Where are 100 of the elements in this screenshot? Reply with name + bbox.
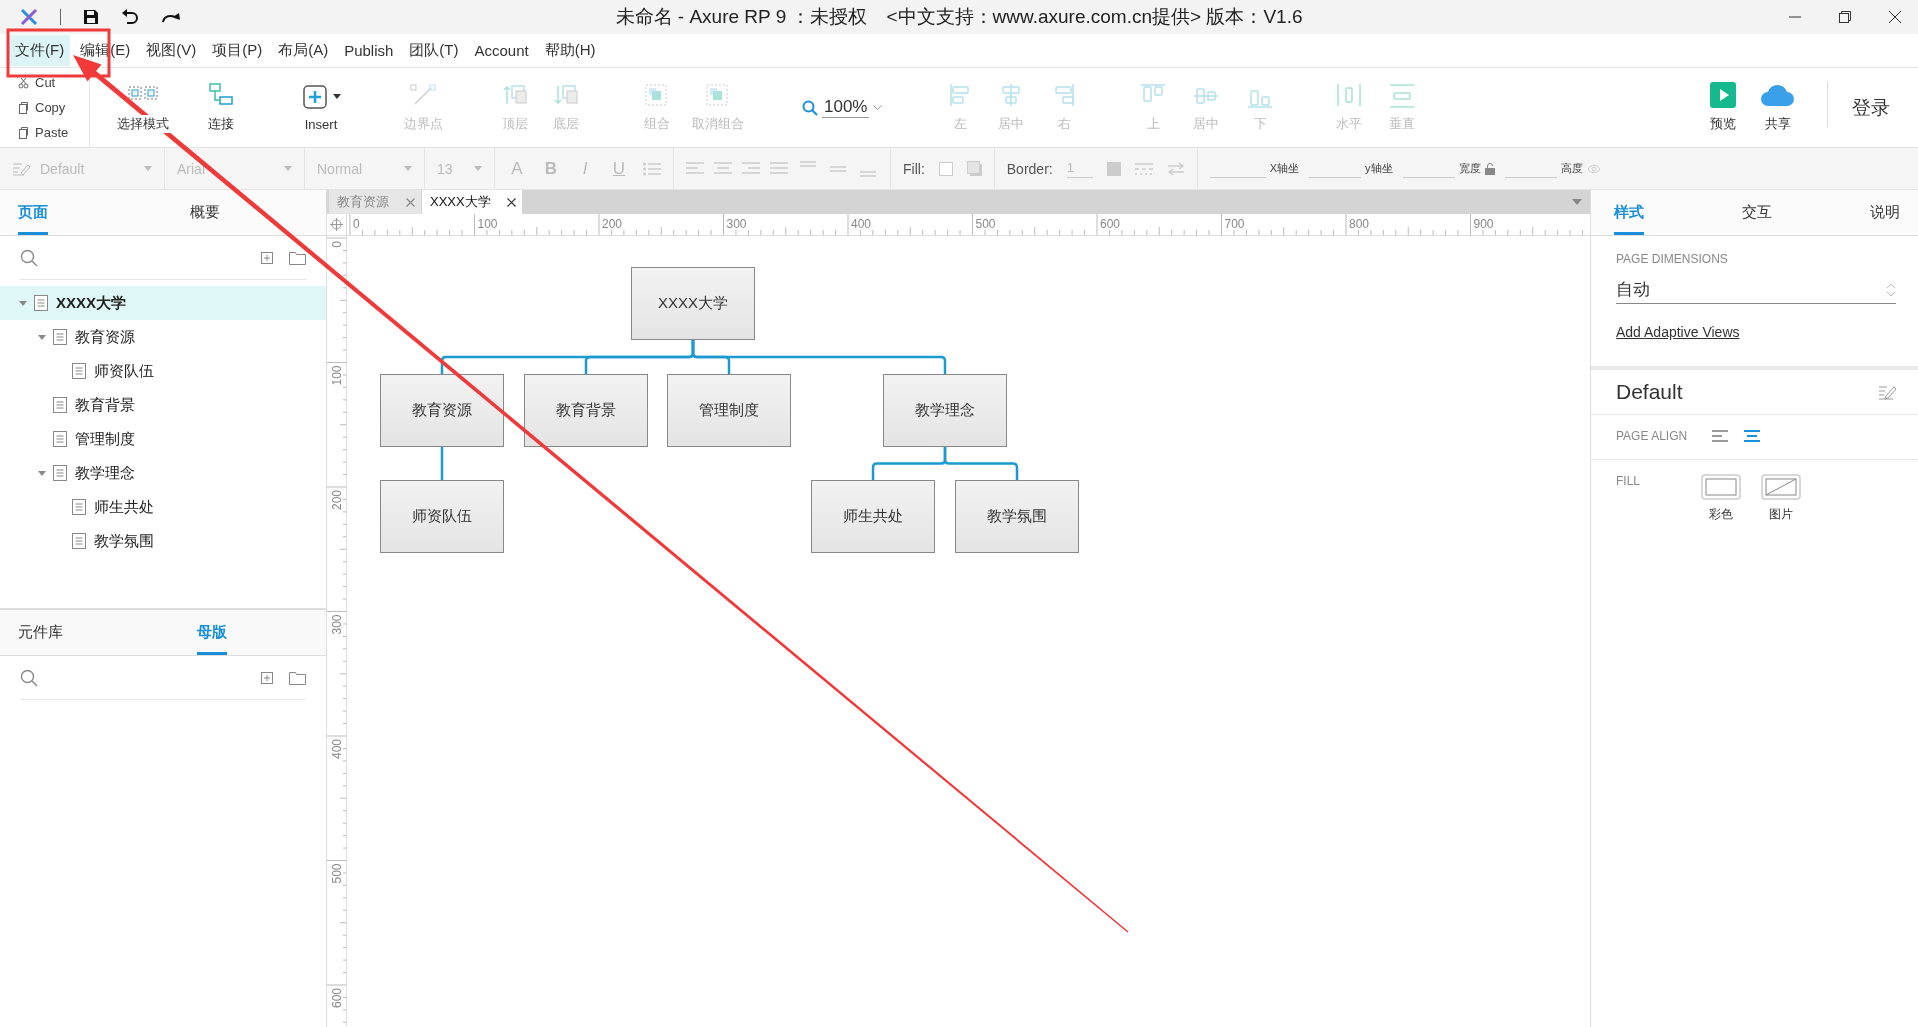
style-name: Default xyxy=(1616,380,1683,404)
ruler-label: 200 xyxy=(602,217,623,231)
close-icon[interactable] xyxy=(507,197,516,207)
search-icon xyxy=(20,248,38,267)
ruler-label: 0 xyxy=(353,217,360,231)
diagram-box[interactable]: 管理制度 xyxy=(667,374,791,447)
menu-item[interactable]: 团队(T) xyxy=(403,35,465,66)
save-icon[interactable] xyxy=(83,9,99,25)
section-label: PAGE DIMENSIONS xyxy=(1616,252,1729,266)
caret-icon xyxy=(474,166,482,171)
page-size-dropdown[interactable]: 自动 xyxy=(1616,278,1896,304)
align-center-icon[interactable] xyxy=(1744,430,1760,442)
page-tree-item[interactable]: 管理制度 xyxy=(0,422,326,456)
connector-line xyxy=(440,447,444,480)
caret-icon xyxy=(284,166,292,171)
diagram-box[interactable]: XXXX大学 xyxy=(631,267,755,340)
undo-icon[interactable] xyxy=(121,9,139,25)
ruler-label: 600 xyxy=(330,988,344,1009)
border-label: Border: xyxy=(1006,160,1053,177)
ruler-label: 100 xyxy=(330,365,344,386)
scissors-icon xyxy=(18,76,29,89)
paste-button[interactable]: Paste xyxy=(18,125,89,140)
ruler-label: 400 xyxy=(851,217,872,231)
fill-option[interactable]: 图片 xyxy=(1761,474,1801,523)
copy-icon xyxy=(18,101,29,114)
diagram-box[interactable]: 教育背景 xyxy=(524,374,648,447)
section-label: PAGE ALIGN xyxy=(1616,429,1689,443)
align-left-icon[interactable] xyxy=(1712,430,1728,442)
section-label: FILL xyxy=(1616,474,1641,488)
menu-item[interactable]: 文件(F) xyxy=(9,35,71,66)
style-edit-icon xyxy=(12,161,30,176)
page-tree-item[interactable]: 教育资源 xyxy=(0,320,326,354)
ruler-label: 500 xyxy=(330,863,344,884)
add-page-icon[interactable] xyxy=(261,671,273,684)
menu-item[interactable]: 项目(P) xyxy=(206,35,269,66)
page-tree-item[interactable]: 师资队伍 xyxy=(0,354,326,388)
panel-tab[interactable]: 概要 xyxy=(190,190,220,235)
inspector-tab[interactable]: 交互 xyxy=(1742,190,1772,235)
diagram-box[interactable]: 教育资源 xyxy=(380,374,504,447)
preview-button[interactable]: 预览 xyxy=(1698,68,1748,147)
menu-item[interactable]: 视图(V) xyxy=(140,35,203,66)
page-tree-item[interactable]: 教学理念 xyxy=(0,456,326,490)
diagram-box[interactable]: 师资队伍 xyxy=(380,480,504,553)
page-icon xyxy=(53,397,67,413)
page-icon xyxy=(72,533,86,549)
page-tree-item[interactable]: 教育背景 xyxy=(0,388,326,422)
page-icon xyxy=(34,295,48,311)
logo-icon[interactable] xyxy=(20,8,38,26)
expand-arrow-icon[interactable] xyxy=(18,298,28,308)
menu-item[interactable]: 帮助(H) xyxy=(538,35,602,66)
share-button[interactable]: 共享 xyxy=(1753,68,1803,147)
toolbar-button[interactable]: Insert xyxy=(291,68,351,147)
inspector-tab[interactable]: 说明 xyxy=(1870,190,1900,235)
adaptive-views-link[interactable]: Add Adaptive Views xyxy=(1616,324,1896,340)
menu-item[interactable]: Account xyxy=(468,36,535,65)
expand-arrow-icon[interactable] xyxy=(37,468,47,478)
chevron-down-icon xyxy=(873,104,883,111)
document-tab[interactable]: XXXX大学 xyxy=(422,190,522,214)
ruler-label: 800 xyxy=(1349,217,1370,231)
insert-icon xyxy=(301,83,329,110)
geometry-label: 高度 xyxy=(1560,161,1583,176)
page-icon xyxy=(53,431,67,447)
geometry-label: y轴坐 xyxy=(1365,161,1393,176)
zoom-dropdown[interactable]: 100% xyxy=(802,68,886,147)
expand-arrow-icon[interactable] xyxy=(37,332,47,342)
geometry-label: 宽度 xyxy=(1458,161,1481,176)
redo-icon[interactable] xyxy=(161,10,181,24)
ruler-label: 500 xyxy=(975,217,996,231)
close-icon[interactable] xyxy=(1888,10,1902,24)
maximize-icon[interactable] xyxy=(1838,10,1852,24)
menu-item[interactable]: 布局(A) xyxy=(272,35,335,66)
folder-icon[interactable] xyxy=(289,250,306,265)
window-title: 未命名 - Axure RP 9 ：未授权 <中文支持：www.axure.com.cn提供> 版本：V1.6 xyxy=(614,5,1304,29)
panel-tab[interactable]: 元件库 xyxy=(18,610,63,655)
distribute-horizontal-icon xyxy=(1335,82,1363,108)
caret-icon xyxy=(333,94,341,99)
page-tree-item[interactable]: XXXX大学 xyxy=(0,286,326,320)
diagram-box[interactable]: 教学理念 xyxy=(883,374,1007,447)
ruler-label: 400 xyxy=(330,739,344,760)
tab-menu-icon[interactable] xyxy=(1572,199,1582,205)
page-tree-item[interactable]: 教学氛围 xyxy=(0,524,326,558)
geometry-label: X轴坐 xyxy=(1269,161,1300,176)
search-icon xyxy=(20,668,38,687)
diagram-box[interactable]: 教学氛围 xyxy=(955,480,1079,553)
toolbar-button[interactable]: 连接 xyxy=(197,68,245,147)
menu-item[interactable]: 编辑(E) xyxy=(74,35,137,66)
copy-button[interactable]: Copy xyxy=(18,100,89,115)
login-button[interactable]: 登录 xyxy=(1852,94,1890,121)
add-page-icon[interactable] xyxy=(261,251,273,264)
menu-item[interactable]: Publish xyxy=(338,36,400,65)
ruler-label: 300 xyxy=(330,614,344,635)
distribute-vertical-icon xyxy=(1388,82,1416,108)
cut-button[interactable]: Cut xyxy=(18,75,89,90)
edit-icon[interactable] xyxy=(1878,384,1896,400)
ruler-label: 700 xyxy=(1224,217,1245,231)
folder-icon[interactable] xyxy=(289,670,306,685)
fill-label: Fill: xyxy=(903,160,925,177)
diagram-box[interactable]: 师生共处 xyxy=(811,480,935,553)
fill-option[interactable]: 彩色 xyxy=(1701,474,1741,523)
page-tree-item[interactable]: 师生共处 xyxy=(0,490,326,524)
